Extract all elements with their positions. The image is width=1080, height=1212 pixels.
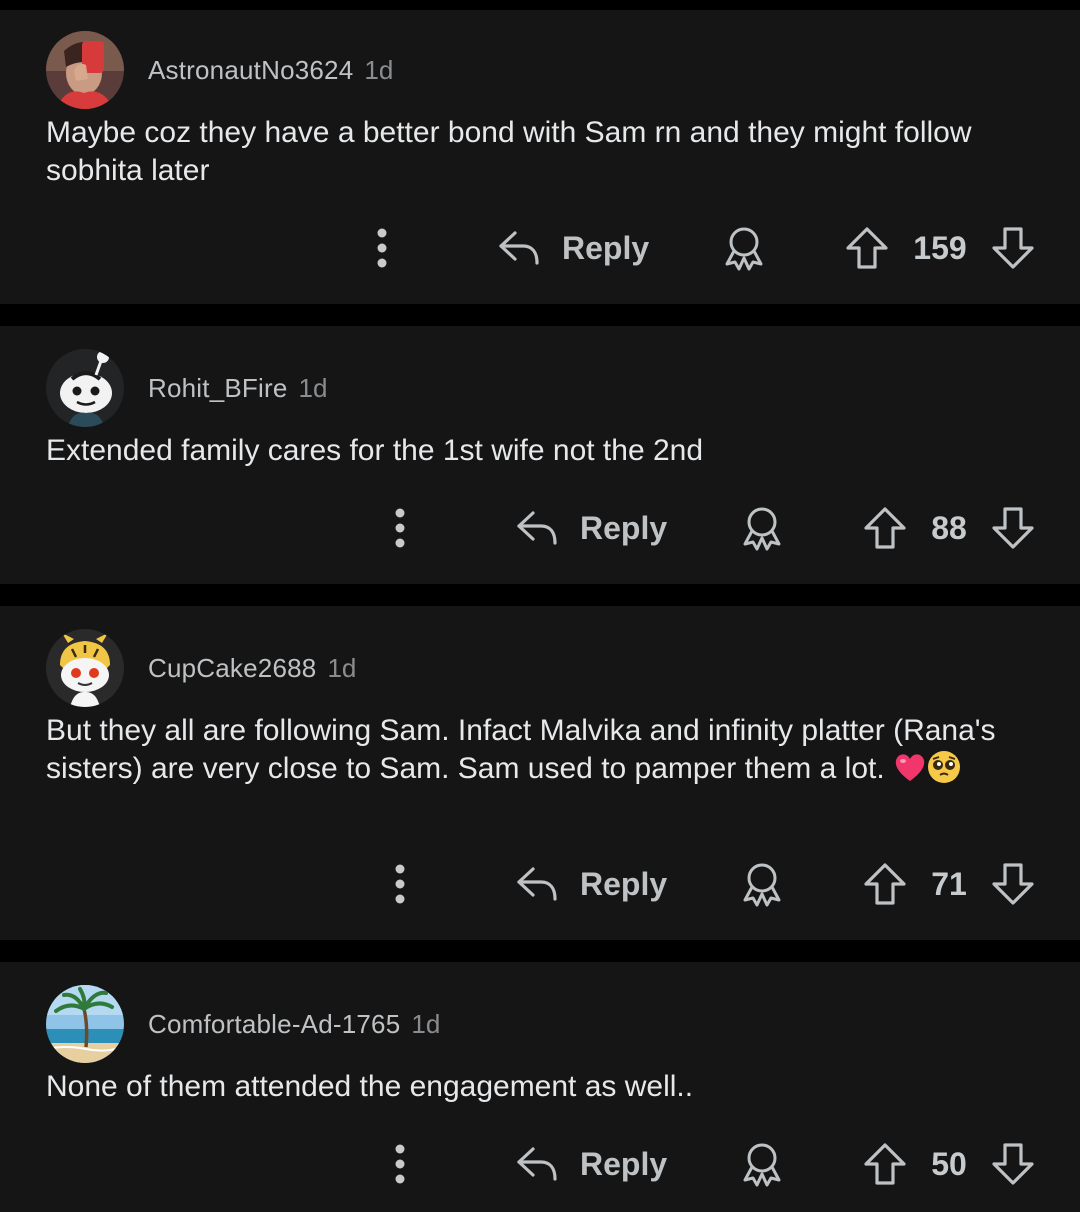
more-options-button[interactable] — [380, 1134, 420, 1194]
reply-arrow-icon — [514, 1141, 560, 1187]
reply-arrow-icon — [496, 225, 542, 271]
downvote-button[interactable] — [990, 225, 1036, 271]
upvote-button[interactable] — [862, 1141, 908, 1187]
comment-card: CupCake2688 1d But they all are followin… — [0, 606, 1080, 940]
more-options-button[interactable] — [380, 854, 420, 914]
vertical-dots-icon — [372, 228, 392, 268]
comment-timestamp: 1d — [298, 372, 328, 403]
downvote-button[interactable] — [990, 861, 1036, 907]
comment-body: But they all are following Sam. Infact M… — [46, 712, 1046, 788]
upvote-arrow-icon — [844, 225, 890, 271]
reply-button[interactable]: Reply — [514, 854, 667, 914]
reply-label: Reply — [580, 1145, 668, 1182]
downvote-button[interactable] — [990, 1141, 1036, 1187]
comment-timestamp: 1d — [364, 54, 394, 85]
award-ribbon-icon — [738, 860, 786, 908]
comment-body: None of them attended the engagement as … — [46, 1070, 694, 1103]
reply-label: Reply — [562, 229, 650, 266]
award-ribbon-icon — [738, 1140, 786, 1188]
comment-card: Rohit_BFire 1d Extended family cares for… — [0, 326, 1080, 584]
award-button[interactable] — [738, 1140, 786, 1188]
upvote-button[interactable] — [862, 505, 908, 551]
comment-username[interactable]: AstronautNo3624 — [148, 55, 353, 86]
reply-button[interactable]: Reply — [496, 218, 649, 278]
avatar[interactable] — [46, 349, 124, 427]
vertical-dots-icon — [390, 1144, 410, 1184]
pleading-face-emoji — [927, 750, 961, 784]
comment-header: AstronautNo3624 1d — [46, 31, 393, 109]
more-options-button[interactable] — [362, 218, 402, 278]
comment-body: Maybe coz they have a better bond with S… — [46, 116, 972, 187]
comment-actions: Reply 50 — [0, 1134, 1080, 1194]
vertical-dots-icon — [390, 864, 410, 904]
downvote-arrow-icon — [990, 861, 1036, 907]
comment-actions: Reply 88 — [0, 498, 1080, 558]
comment-username[interactable]: CupCake2688 — [148, 653, 316, 684]
avatar[interactable] — [46, 629, 124, 707]
reply-arrow-icon — [514, 505, 560, 551]
comment-card: AstronautNo3624 1d Maybe coz they have a… — [0, 10, 1080, 304]
award-button[interactable] — [738, 504, 786, 552]
more-options-button[interactable] — [380, 498, 420, 558]
vote-score: 159 — [913, 230, 967, 266]
award-ribbon-icon — [720, 224, 768, 272]
comment-header: Comfortable-Ad-1765 1d — [46, 985, 440, 1063]
comment-username[interactable]: Rohit_BFire — [148, 373, 287, 404]
award-button[interactable] — [720, 224, 768, 272]
reply-label: Reply — [580, 865, 668, 902]
comment-body: Extended family cares for the 1st wife n… — [46, 434, 704, 467]
downvote-button[interactable] — [990, 505, 1036, 551]
upvote-arrow-icon — [862, 1141, 908, 1187]
vote-score: 50 — [931, 1146, 967, 1182]
comment-actions: Reply 159 — [0, 218, 1080, 278]
vote-score: 88 — [931, 510, 967, 546]
comment-header: CupCake2688 1d — [46, 629, 356, 707]
upvote-arrow-icon — [862, 505, 908, 551]
comment-username[interactable]: Comfortable-Ad-1765 — [148, 1009, 400, 1040]
reply-arrow-icon — [514, 861, 560, 907]
reply-button[interactable]: Reply — [514, 1134, 667, 1194]
comment-actions: Reply 71 — [0, 854, 1080, 914]
avatar[interactable] — [46, 985, 124, 1063]
reply-button[interactable]: Reply — [514, 498, 667, 558]
reply-label: Reply — [580, 509, 668, 546]
comment-timestamp: 1d — [327, 652, 357, 683]
downvote-arrow-icon — [990, 1141, 1036, 1187]
vertical-dots-icon — [390, 508, 410, 548]
downvote-arrow-icon — [990, 225, 1036, 271]
upvote-button[interactable] — [844, 225, 890, 271]
award-button[interactable] — [738, 860, 786, 908]
comment-timestamp: 1d — [411, 1008, 441, 1039]
heart-emoji — [893, 750, 927, 784]
vote-score: 71 — [931, 866, 967, 902]
upvote-arrow-icon — [862, 861, 908, 907]
award-ribbon-icon — [738, 504, 786, 552]
comment-card: Comfortable-Ad-1765 1d None of them atte… — [0, 962, 1080, 1212]
comment-header: Rohit_BFire 1d — [46, 349, 327, 427]
comment-body-text: But they all are following Sam. Infact M… — [46, 714, 996, 785]
upvote-button[interactable] — [862, 861, 908, 907]
downvote-arrow-icon — [990, 505, 1036, 551]
avatar[interactable] — [46, 31, 124, 109]
